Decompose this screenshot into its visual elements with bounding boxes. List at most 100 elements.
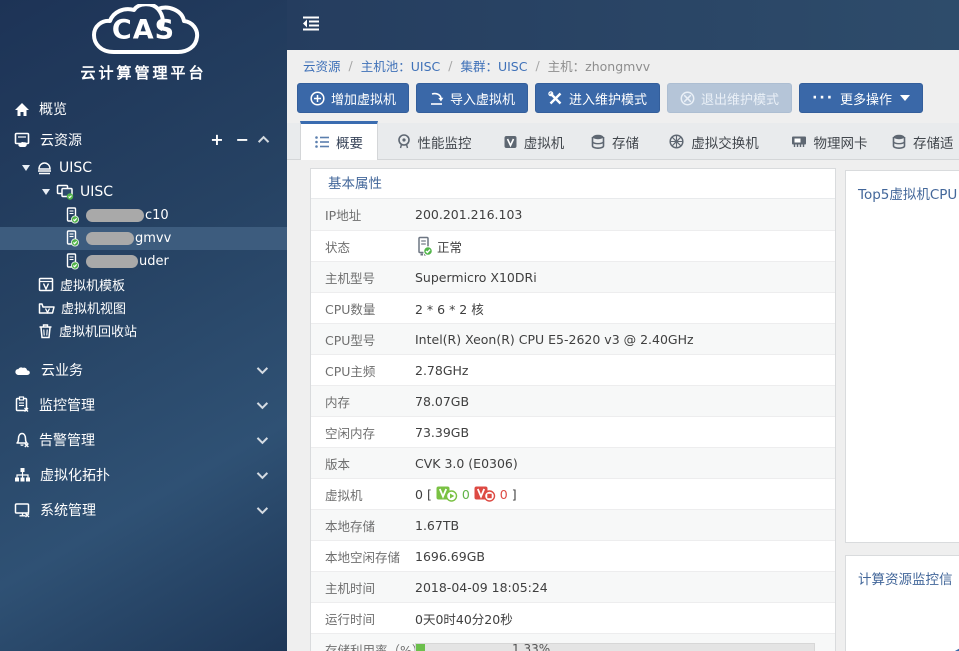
tree-node-label: UISC — [80, 184, 114, 200]
property-row-version: 版本 CVK 3.0 (E0306) — [311, 447, 835, 478]
bracket: ] — [511, 486, 517, 502]
expander-triangle-icon[interactable] — [42, 189, 50, 195]
tab-performance[interactable]: 性能监控 — [378, 123, 490, 160]
panel-title: 基本属性 — [311, 169, 835, 199]
chevron-down-icon — [256, 432, 269, 444]
breadcrumb-cloud-resources[interactable]: 云资源 — [303, 56, 341, 75]
enter-maintenance-button[interactable]: 进入维护模式 — [535, 83, 661, 113]
property-row-host-time: 主机时间 2018-04-09 18:05:24 — [311, 571, 835, 602]
vm-running-icon — [436, 486, 458, 502]
panel-title: 计算资源监控信 — [858, 572, 953, 588]
sidebar-item-vm-view[interactable]: 虚拟机视图 — [0, 296, 287, 319]
chevron-down-icon — [256, 502, 269, 514]
tab-virtual-switches[interactable]: 虚拟交换机 — [652, 123, 776, 160]
breadcrumb-cluster[interactable]: 集群：UISC — [460, 56, 527, 75]
vm-running-count: 0 — [461, 486, 470, 502]
server-icon — [66, 230, 79, 247]
sidebar-item-overview[interactable]: 概览 — [0, 94, 287, 124]
vm-total-count: 0 — [415, 486, 423, 502]
progress-text: 1.33% — [512, 642, 551, 651]
server-status-icon — [418, 236, 433, 256]
sidebar-item-virtualization-topology[interactable]: 虚拟化拓扑 — [0, 457, 287, 492]
chevron-down-icon — [256, 467, 269, 479]
vm-view-icon — [38, 302, 55, 314]
storage-cylinder-icon — [892, 134, 906, 149]
chevron-down-icon — [256, 362, 269, 374]
add-vm-button[interactable]: 增加虚拟机 — [297, 83, 410, 113]
import-vm-button[interactable]: 导入虚拟机 — [416, 83, 529, 113]
tree-node-host-selected[interactable]: gmvv — [0, 227, 287, 250]
cas-cloud-logo: CAS — [74, 4, 214, 64]
tree-node-host[interactable]: c10 — [0, 204, 287, 227]
vswitch-wheel-icon — [669, 134, 684, 149]
vm-template-icon — [38, 277, 54, 292]
tab-label: 存储适 — [913, 135, 954, 152]
tree-expand-all-button[interactable]: + — [210, 132, 223, 148]
recycle-bin-icon — [39, 323, 52, 338]
property-row-memory: 内存 78.07GB — [311, 385, 835, 416]
tree-node-label: c10 — [145, 208, 169, 223]
sidebar-item-cloud-resources[interactable]: 云资源 + − — [0, 124, 287, 156]
sidebar-item-cloud-services[interactable]: 云业务 — [0, 352, 287, 387]
property-row-model: 主机型号 Supermicro X10DRi — [311, 261, 835, 292]
property-row-cpu-model: CPU型号 Intel(R) Xeon(R) CPU E5-2620 v3 @ … — [311, 323, 835, 354]
circle-plus-icon — [310, 90, 325, 106]
tab-label: 性能监控 — [417, 135, 472, 152]
tab-summary[interactable]: 概要 — [300, 121, 378, 160]
content-area: 基本属性 IP地址 200.201.216.103 状态 正常 主机型号 Sup… — [287, 160, 959, 651]
exit-maintenance-button[interactable]: 退出维护模式 — [667, 83, 793, 113]
cluster-icon — [56, 184, 74, 200]
chevron-up-icon[interactable] — [257, 135, 270, 148]
tab-storage[interactable]: 存储 — [578, 123, 652, 160]
tree-node-host[interactable]: uder — [0, 250, 287, 273]
sidebar-item-label: 概览 — [39, 102, 67, 118]
list-icon — [315, 136, 329, 148]
top5-vm-cpu-panel: Top5虚拟机CPU — [845, 170, 959, 543]
sidebar-collapse-icon[interactable] — [301, 16, 321, 35]
action-toolbar: 增加虚拟机 导入虚拟机 进入维护模式 退出维护模式 ··· 更多操作 — [297, 83, 924, 113]
tab-label: 物理网卡 — [813, 135, 868, 152]
status-text: 正常 — [437, 239, 463, 255]
property-row-free-memory: 空闲内存 73.39GB — [311, 416, 835, 447]
tree-node-label: gmvv — [135, 231, 172, 246]
expander-triangle-icon[interactable] — [22, 165, 30, 171]
host-pool-icon — [38, 161, 51, 174]
breadcrumb-current-host: 主机：zhongmvv — [547, 58, 651, 74]
ellipsis-icon: ··· — [812, 90, 835, 106]
server-icon — [66, 253, 79, 270]
sidebar-item-label: 监控管理 — [39, 397, 95, 414]
vm-stopped-icon — [474, 486, 495, 502]
sidebar-item-vm-recycle-bin[interactable]: 虚拟机回收站 — [0, 319, 287, 342]
breadcrumb-host-pool[interactable]: 主机池：UISC — [361, 56, 441, 75]
tree-node-label: uder — [139, 254, 169, 269]
storage-utilization-bar: 1.33% — [415, 642, 815, 651]
progress-fill — [416, 644, 425, 651]
crossed-tools-icon — [548, 90, 562, 104]
panel-title: Top5虚拟机CPU — [858, 187, 958, 203]
sidebar-item-label: 系统管理 — [40, 502, 96, 519]
sidebar-item-label: 虚拟机回收站 — [59, 325, 138, 340]
breadcrumb: 云资源 / 主机池：UISC / 集群：UISC / 主机：zhongmvv — [287, 50, 959, 80]
more-actions-button[interactable]: ··· 更多操作 — [799, 83, 924, 113]
tree-node-cluster[interactable]: UISC — [0, 180, 287, 204]
tab-virtual-machines[interactable]: 虚拟机 — [490, 123, 578, 160]
home-icon — [15, 102, 29, 116]
resource-tree: UISC UISC c10 gmvv uder 虚拟机模板 虚拟机视图 虚拟机回… — [0, 156, 287, 342]
sidebar-item-alarm-management[interactable]: 告警管理 — [0, 422, 287, 457]
tab-label: 存储 — [612, 135, 639, 152]
basic-properties-panel: 基本属性 IP地址 200.201.216.103 状态 正常 主机型号 Sup… — [310, 168, 836, 651]
sidebar-item-monitor-management[interactable]: 监控管理 — [0, 387, 287, 422]
property-row-vms: 虚拟机 0 [ 0 0] — [311, 478, 835, 509]
tab-storage-adapters[interactable]: 存储适 — [882, 123, 959, 160]
tree-collapse-all-button[interactable]: − — [236, 132, 249, 148]
tab-physical-nics[interactable]: 物理网卡 — [776, 123, 882, 160]
tree-node-host-pool[interactable]: UISC — [0, 156, 287, 180]
vm-stopped-count: 0 — [499, 486, 508, 502]
sidebar-item-system-management[interactable]: 系统管理 — [0, 492, 287, 527]
sidebar-item-vm-templates[interactable]: 虚拟机模板 — [0, 273, 287, 296]
redacted-text — [86, 232, 134, 245]
sidebar-item-label: 告警管理 — [39, 432, 95, 449]
property-row-ip: IP地址 200.201.216.103 — [311, 199, 835, 230]
button-label: 退出维护模式 — [701, 92, 780, 108]
ban-circle-icon — [680, 91, 695, 105]
